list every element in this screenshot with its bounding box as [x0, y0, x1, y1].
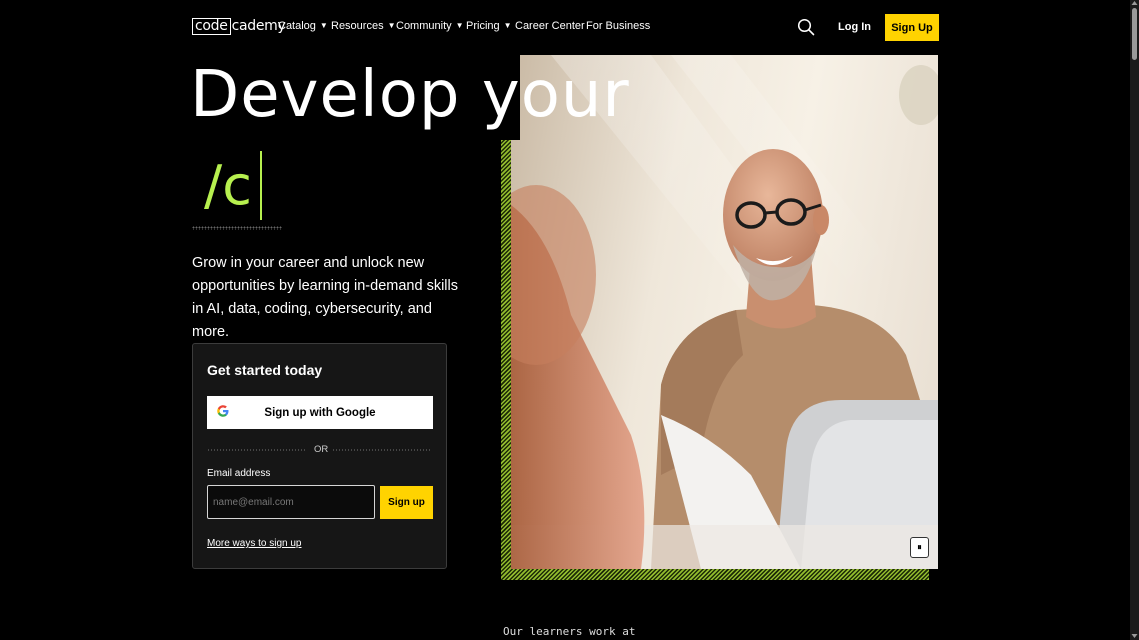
nav-community[interactable]: Community ▼: [396, 20, 464, 32]
nav-pricing-label: Pricing: [466, 20, 500, 32]
learners-heading: Our learners work at: [503, 625, 636, 638]
typed-text: /c: [204, 154, 252, 217]
login-link[interactable]: Log In: [838, 21, 871, 33]
scrollbar-track[interactable]: [1130, 0, 1139, 640]
chevron-down-icon: ▼: [319, 21, 328, 30]
typing-cursor: [260, 151, 262, 220]
nav-career-center[interactable]: Career Center: [515, 20, 585, 32]
divider-left: [207, 449, 307, 451]
email-input[interactable]: [207, 485, 375, 519]
or-divider-label: OR: [314, 444, 329, 455]
nav-community-label: Community: [396, 20, 452, 32]
nav-pricing[interactable]: Pricing ▼: [466, 20, 512, 32]
divider-right: [332, 449, 432, 451]
nav-catalog-label: Catalog: [278, 20, 316, 32]
google-icon: [217, 405, 229, 417]
top-nav: code cademy Catalog ▼ Resources ▼ Communit…: [0, 0, 1130, 54]
search-icon[interactable]: [797, 18, 815, 36]
email-signup-button[interactable]: Sign up: [380, 486, 433, 519]
pause-icon: ⏸: [917, 542, 922, 552]
nav-catalog[interactable]: Catalog ▼: [278, 20, 328, 32]
chevron-down-icon: ▼: [503, 21, 512, 30]
signup-header-button[interactable]: Sign Up: [885, 14, 939, 41]
hero-photo: [511, 55, 938, 569]
scroll-down-arrow-icon[interactable]: [1131, 633, 1138, 639]
pause-animation-button[interactable]: ⏸: [910, 537, 929, 558]
google-signup-label: Sign up with Google: [264, 406, 376, 419]
chevron-down-icon: ▼: [455, 21, 464, 30]
signup-card: Get started today Sign up with Google OR…: [192, 343, 447, 569]
typed-underline: [192, 226, 282, 230]
hero-headline: Develop your: [190, 58, 630, 132]
codecademy-logo[interactable]: code cademy: [192, 17, 286, 35]
nav-resources[interactable]: Resources ▼: [331, 20, 396, 32]
hero-subcopy: Grow in your career and unlock new oppor…: [192, 255, 458, 340]
card-title: Get started today: [207, 362, 323, 378]
nav-for-business[interactable]: For Business: [586, 20, 650, 32]
google-signup-button[interactable]: Sign up with Google: [207, 396, 433, 429]
logo-code-box: code: [192, 17, 231, 35]
email-label: Email address: [207, 468, 271, 479]
nav-resources-label: Resources: [331, 20, 384, 32]
scrollbar-thumb[interactable]: [1132, 8, 1137, 60]
more-ways-link[interactable]: More ways to sign up: [207, 538, 302, 549]
scroll-up-arrow-icon[interactable]: [1131, 0, 1138, 6]
chevron-down-icon: ▼: [387, 21, 396, 30]
